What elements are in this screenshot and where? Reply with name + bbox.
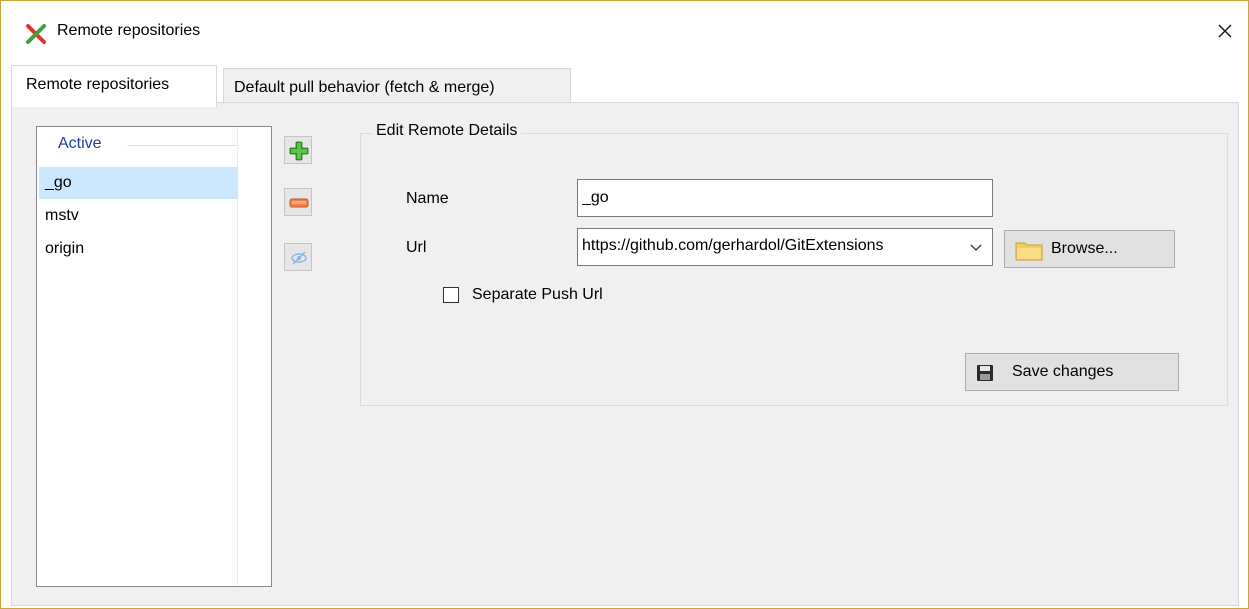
remove-remote-button[interactable]	[284, 188, 312, 216]
separate-push-url-checkbox[interactable]	[443, 287, 459, 303]
eye-slash-icon	[291, 251, 307, 265]
name-field[interactable]	[577, 179, 993, 217]
name-label: Name	[406, 190, 449, 207]
save-changes-label: Save changes	[1012, 363, 1114, 380]
separate-push-url-label[interactable]: Separate Push Url	[472, 286, 603, 304]
close-button[interactable]	[1207, 15, 1241, 49]
tab-page-remote-repositories: Active _go mstv origin Edit Remote Detai…	[11, 102, 1239, 606]
browse-button[interactable]: Browse...	[1004, 230, 1175, 268]
title-bar: Remote repositories	[1, 1, 1248, 57]
url-value: https://github.com/gerhardol/GitExtensio…	[582, 237, 884, 254]
tab-remote-repositories[interactable]: Remote repositories	[11, 65, 217, 107]
url-combobox[interactable]: https://github.com/gerhardol/GitExtensio…	[577, 228, 993, 266]
chevron-down-icon[interactable]	[968, 239, 984, 255]
remote-repositories-dialog: Remote repositories Remote repositories …	[0, 0, 1249, 609]
edit-remote-details-title: Edit Remote Details	[372, 122, 522, 140]
close-icon	[1218, 24, 1232, 38]
git-extensions-x-icon	[26, 24, 46, 44]
tab-default-pull-behavior[interactable]: Default pull behavior (fetch & merge)	[223, 68, 571, 106]
group-header-line	[127, 145, 237, 146]
orange-minus-icon	[289, 198, 309, 208]
green-plus-icon	[289, 141, 309, 161]
list-item[interactable]: _go	[39, 167, 238, 199]
floppy-disk-icon	[977, 365, 993, 381]
url-label: Url	[406, 239, 427, 256]
group-header-active: Active	[58, 135, 102, 152]
folder-icon	[1015, 242, 1043, 261]
browse-label: Browse...	[1051, 240, 1118, 257]
toggle-remote-state-button[interactable]	[284, 243, 312, 271]
remotes-list: Active _go mstv origin	[36, 126, 272, 587]
list-item[interactable]: origin	[39, 233, 238, 265]
list-item[interactable]: mstv	[39, 200, 238, 232]
add-remote-button[interactable]	[284, 136, 312, 164]
window-title: Remote repositories	[57, 22, 201, 39]
tab-strip: Remote repositories Default pull behavio…	[1, 57, 1248, 107]
save-changes-button[interactable]: Save changes	[965, 353, 1179, 391]
